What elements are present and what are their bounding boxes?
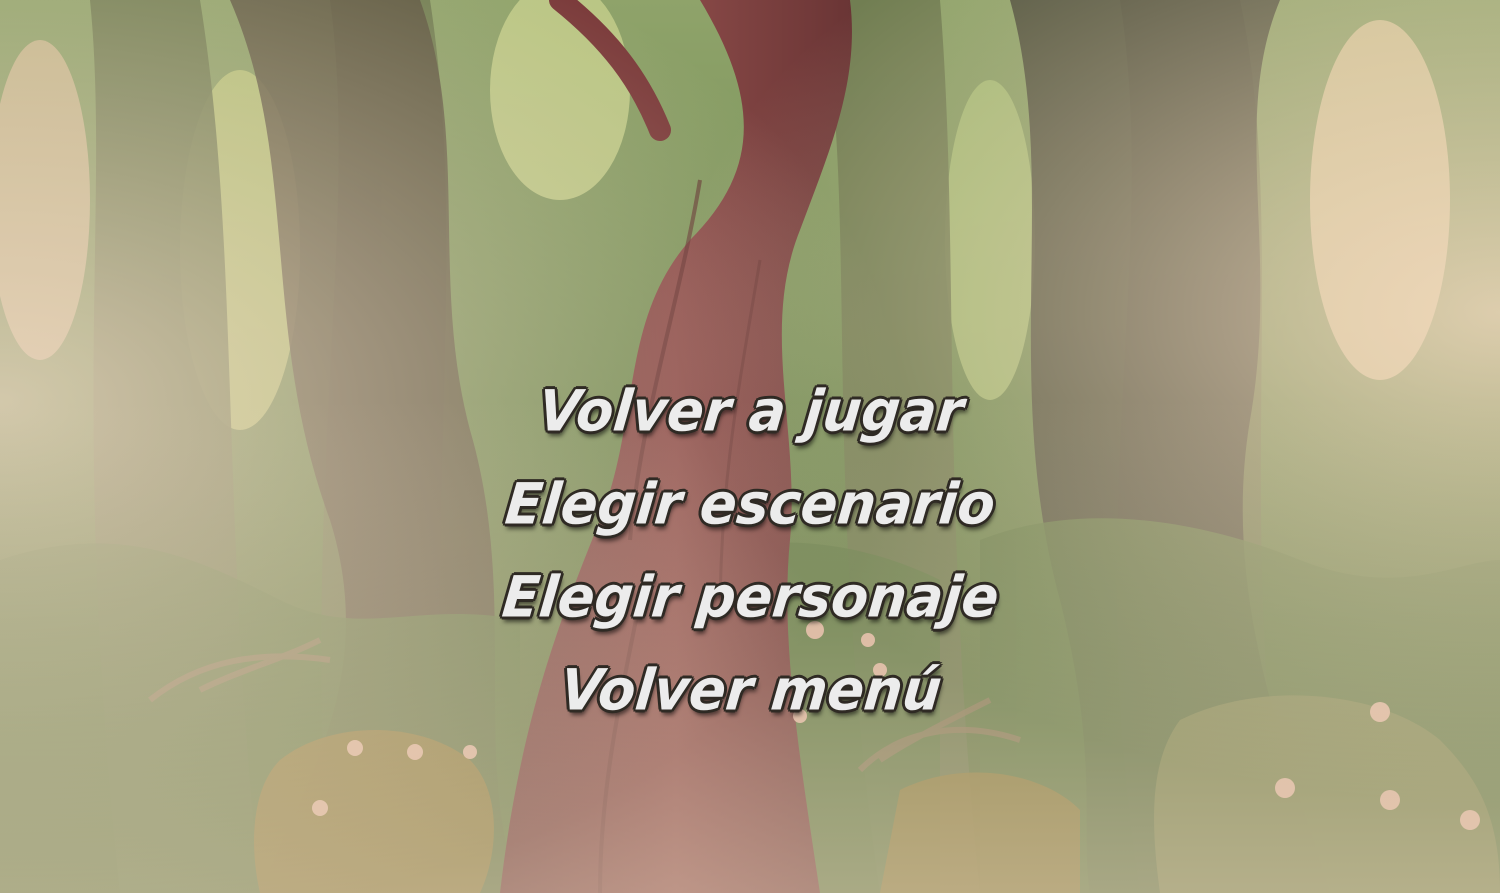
back-to-menu-button[interactable]: Volver menú bbox=[555, 649, 945, 747]
choose-character-button[interactable]: Elegir personaje bbox=[497, 556, 1003, 654]
choose-stage-button[interactable]: Elegir escenario bbox=[501, 463, 1000, 561]
game-menu: Volver a jugar Elegir escenario Elegir p… bbox=[0, 372, 1500, 744]
play-again-button[interactable]: Volver a jugar bbox=[533, 370, 967, 468]
